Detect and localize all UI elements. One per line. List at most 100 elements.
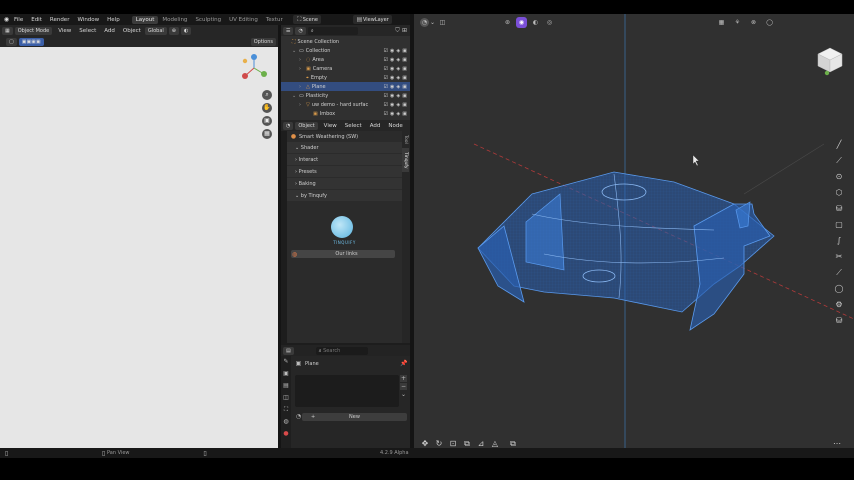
node-menu-node[interactable]: Node	[384, 123, 406, 129]
select-circle-icon[interactable]: ⬡	[834, 188, 844, 198]
area-divider[interactable]	[278, 25, 281, 448]
sphere-icon[interactable]: ◯	[834, 284, 844, 294]
tab-modeling[interactable]: Modeling	[158, 16, 191, 24]
perspective-toggle-icon[interactable]: ▦	[262, 129, 272, 139]
outliner-item[interactable]: ⌄ ▭ Plasticity ☑ ◉ ◈ ▣	[281, 91, 410, 100]
filter-icon[interactable]: ⛉	[394, 27, 401, 34]
gear-icon[interactable]: ⚙	[834, 300, 844, 310]
section-shader[interactable]: ⌄ Shader	[287, 142, 402, 153]
camera-icon[interactable]: ▣	[402, 93, 407, 99]
eye-icon[interactable]: ◉	[390, 66, 394, 72]
node-editor-type[interactable]: ◔	[283, 121, 294, 130]
checkbox-icon[interactable]: ☑	[384, 102, 388, 108]
section-presets[interactable]: › Presets	[287, 166, 402, 177]
outliner-item[interactable]: ⌖ Empty ☑ ◉ ◈ ▣	[281, 73, 410, 82]
scene-icon[interactable]: ⛶	[283, 406, 290, 413]
outliner-display-mode[interactable]: ◔	[295, 26, 306, 35]
camera-icon[interactable]: ▣	[402, 102, 407, 108]
checkbox-icon[interactable]: ☑	[384, 84, 388, 90]
chevron-icon[interactable]: ⌄	[292, 93, 297, 99]
menu-file[interactable]: File	[10, 17, 27, 23]
outliner-item[interactable]: ▣ Imbox ☑ ◉ ◈ ▣	[281, 109, 410, 118]
eye-icon[interactable]: ◉	[390, 57, 394, 63]
output-icon[interactable]: ▤	[283, 382, 290, 389]
node-menu-add[interactable]: Add	[366, 123, 385, 129]
tab-uv-editing[interactable]: UV Editing	[225, 16, 262, 24]
outliner-item[interactable]: › ▽ uw demo - hard surfac ☑ ◉ ◈ ▣	[281, 100, 410, 109]
chevron-icon[interactable]: ›	[299, 102, 304, 108]
transform-orientation-selector[interactable]: Global	[144, 26, 167, 35]
select-mode-icons[interactable]: ▣▣▣▣	[18, 37, 44, 46]
material-icon[interactable]: ●	[283, 430, 290, 437]
eye-icon[interactable]: ◉	[390, 111, 394, 117]
select-box-icon[interactable]: ▢	[6, 37, 17, 46]
frame-icon[interactable]: ▢	[834, 220, 844, 230]
annotate-icon[interactable]: ╱	[834, 140, 844, 150]
menu-render[interactable]: Render	[46, 17, 74, 23]
addon-title-row[interactable]: ● Smart Weathering (SW)	[287, 131, 402, 142]
tab-tool[interactable]: Tool	[402, 131, 409, 148]
select-icon[interactable]: ◈	[396, 93, 400, 99]
menu-add[interactable]: Add	[100, 28, 119, 34]
outliner-editor-type[interactable]: ☰	[283, 26, 294, 35]
outliner-item[interactable]: › ▣ Camera ☑ ◉ ◈ ▣	[281, 64, 410, 73]
checkbox-icon[interactable]: ☑	[384, 66, 388, 72]
camera-icon[interactable]: ▣	[402, 48, 407, 54]
select-icon[interactable]: ◈	[396, 111, 400, 117]
checkbox-icon[interactable]: ☑	[384, 111, 388, 117]
remove-slot-icon[interactable]: −	[400, 383, 407, 390]
eye-icon[interactable]: ◉	[390, 102, 394, 108]
left-editor-canvas[interactable]	[0, 47, 278, 448]
tab-sculpting[interactable]: Sculpting	[191, 16, 225, 24]
eye-icon[interactable]: ◉	[390, 93, 394, 99]
outliner-item[interactable]: ⌄ ▭ Collection ☑ ◉ ◈ ▣	[281, 46, 410, 55]
view-layer-icon[interactable]: ◫	[283, 394, 290, 401]
menu-window[interactable]: Window	[73, 17, 103, 23]
tab-layout[interactable]: Layout	[131, 15, 159, 24]
left-nav-gizmo[interactable]	[238, 52, 270, 84]
checkbox-icon[interactable]: ☑	[384, 75, 388, 81]
pin-icon[interactable]: 📌	[400, 360, 407, 367]
select-icon[interactable]: ◈	[396, 66, 400, 72]
menu-help[interactable]: Help	[103, 17, 124, 23]
camera-icon[interactable]: ▣	[402, 75, 407, 81]
cursor-icon[interactable]: ⊙	[834, 172, 844, 182]
outliner-item[interactable]: ⛶ Scene Collection	[281, 37, 410, 46]
options-button[interactable]: Options	[250, 37, 276, 46]
slot-menu-icon[interactable]: ⌄	[400, 391, 407, 398]
new-material-button[interactable]: + New	[302, 412, 407, 421]
tool-settings-icon[interactable]: ✎	[283, 358, 290, 365]
zoom-icon[interactable]: ⌕	[262, 90, 272, 100]
camera-icon[interactable]: ▣	[402, 66, 407, 72]
material-browse-icon[interactable]: ◔	[295, 413, 302, 420]
measure-icon[interactable]: ⟋	[834, 268, 844, 278]
node-menu-view[interactable]: View	[320, 123, 341, 129]
camera-view-icon[interactable]: ▣	[262, 116, 272, 126]
chevron-icon[interactable]: ›	[299, 66, 304, 72]
select-icon[interactable]: ◈	[396, 102, 400, 108]
pan-hand-icon[interactable]: ✋	[262, 103, 272, 113]
menu-select[interactable]: Select	[75, 28, 100, 34]
render-icon[interactable]: ▣	[283, 370, 290, 377]
annotate-line-icon[interactable]: ⟋	[834, 156, 844, 166]
camera-icon[interactable]: ▣	[402, 84, 407, 90]
material-slot-list[interactable]	[295, 375, 399, 407]
editor-type-button[interactable]: ▦	[2, 26, 13, 35]
tab-texture[interactable]: Textur	[262, 16, 287, 24]
stack-icon[interactable]: ⛁	[834, 204, 844, 214]
camera-icon[interactable]: ▣	[402, 111, 407, 117]
checkbox-icon[interactable]: ☑	[384, 57, 388, 63]
menu-object[interactable]: Object	[119, 28, 145, 34]
our-links-button[interactable]: ◍ Our links	[291, 250, 395, 258]
section-interact[interactable]: › Interact	[287, 154, 402, 165]
add-slot-icon[interactable]: +	[400, 375, 407, 382]
database-icon[interactable]: ⛁	[834, 316, 844, 326]
chevron-icon[interactable]: ›	[299, 57, 304, 63]
checkbox-icon[interactable]: ☑	[384, 93, 388, 99]
select-icon[interactable]: ◈	[396, 48, 400, 54]
chevron-icon[interactable]: ⌄	[292, 48, 297, 54]
eye-icon[interactable]: ◉	[390, 75, 394, 81]
scene-selector[interactable]: ⛶ Scene	[292, 15, 321, 24]
object-selector[interactable]: Object	[295, 121, 318, 130]
new-collection-icon[interactable]: ⊞	[401, 27, 408, 34]
